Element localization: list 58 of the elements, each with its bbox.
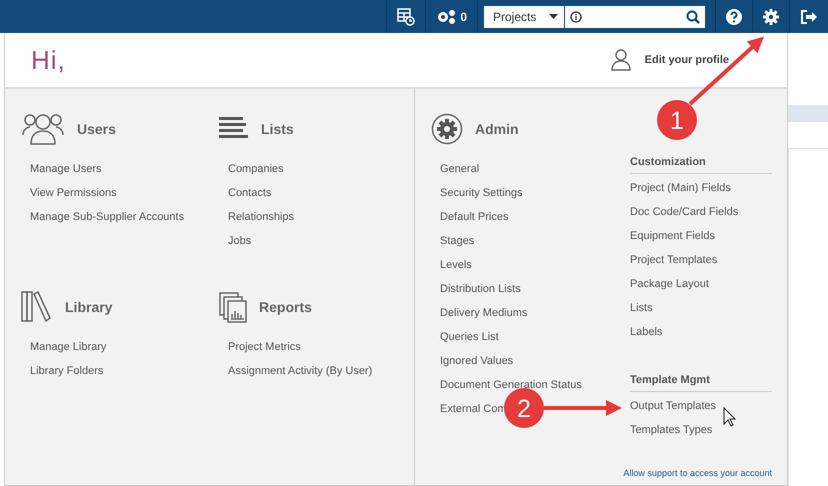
menu-link[interactable]: Relationships xyxy=(228,205,294,229)
list-icon xyxy=(219,117,249,141)
menu-link[interactable]: Project (Main) Fields xyxy=(630,176,731,200)
support-link[interactable]: Allow support to access your account xyxy=(623,468,772,478)
menu-link[interactable]: Package Layout xyxy=(630,272,709,296)
search-icon[interactable] xyxy=(686,10,700,24)
menu-link[interactable]: Manage Users xyxy=(30,157,102,181)
greeting: Hi, xyxy=(31,44,66,76)
step-badge xyxy=(657,100,697,140)
menu-link[interactable]: Project Templates xyxy=(630,248,718,272)
menu-link[interactable]: Library Folders xyxy=(30,359,104,383)
menu-link[interactable]: Companies xyxy=(228,157,284,181)
menu-link[interactable]: Assignment Activity (By User) xyxy=(228,359,372,383)
section-title: Admin xyxy=(475,121,519,137)
background-band xyxy=(788,105,828,122)
gears-icon xyxy=(436,8,456,24)
menu-link[interactable]: View Permissions xyxy=(30,181,117,205)
menu-link[interactable]: Doc Code/Card Fields xyxy=(630,200,738,224)
section-title: Library xyxy=(65,299,112,315)
menu-link[interactable]: Labels xyxy=(630,320,662,344)
menu-link[interactable]: Document Generation Status xyxy=(440,373,582,397)
menu-link[interactable]: Stages xyxy=(440,229,474,253)
info-icon xyxy=(570,10,582,22)
menu-link[interactable]: Lists xyxy=(630,296,653,320)
menu-link[interactable]: Equipment Fields xyxy=(630,224,715,248)
user-icon xyxy=(610,49,631,71)
scope-dropdown[interactable]: Projects xyxy=(484,6,564,28)
menu-link[interactable]: Delivery Mediums xyxy=(440,301,528,325)
menu-link[interactable]: Distribution Lists xyxy=(440,277,521,301)
menu-link[interactable]: Manage Library xyxy=(30,335,106,359)
users-icon xyxy=(21,113,65,145)
menu-link[interactable]: Output Templates xyxy=(630,394,716,418)
menu-link[interactable]: General xyxy=(440,157,480,181)
cursor-icon xyxy=(724,406,736,427)
step-badge xyxy=(504,388,544,428)
section-title: Lists xyxy=(261,121,294,137)
menu-link[interactable]: Jobs xyxy=(228,229,252,253)
menu-link[interactable]: Default Prices xyxy=(440,205,508,229)
step-number: 1 xyxy=(670,107,684,135)
profile-link[interactable]: Edit your profile xyxy=(644,54,729,66)
group-heading: Customization xyxy=(630,156,772,174)
section-title: Users xyxy=(77,121,116,137)
gear-icon xyxy=(431,113,463,145)
menu-link[interactable]: Queries List xyxy=(440,325,499,349)
menu-link[interactable]: Manage Sub-Supplier Accounts xyxy=(30,205,184,229)
group-heading: Template Mgmt xyxy=(630,374,772,392)
section-title: Reports xyxy=(259,299,312,315)
books-icon xyxy=(21,291,53,323)
menu-link[interactable]: Contacts xyxy=(228,181,272,205)
menu-link[interactable]: Ignored Values xyxy=(440,349,514,373)
menu-link[interactable]: Templates Types xyxy=(630,418,712,442)
search-field[interactable] xyxy=(565,6,705,28)
menu-link[interactable]: Project Metrics xyxy=(228,335,301,359)
step-number: 2 xyxy=(517,395,531,423)
menu-link[interactable]: Security Settings xyxy=(440,181,523,205)
report-icon xyxy=(219,292,247,322)
menu-link[interactable]: Levels xyxy=(440,253,472,277)
caret-icon xyxy=(549,14,558,19)
